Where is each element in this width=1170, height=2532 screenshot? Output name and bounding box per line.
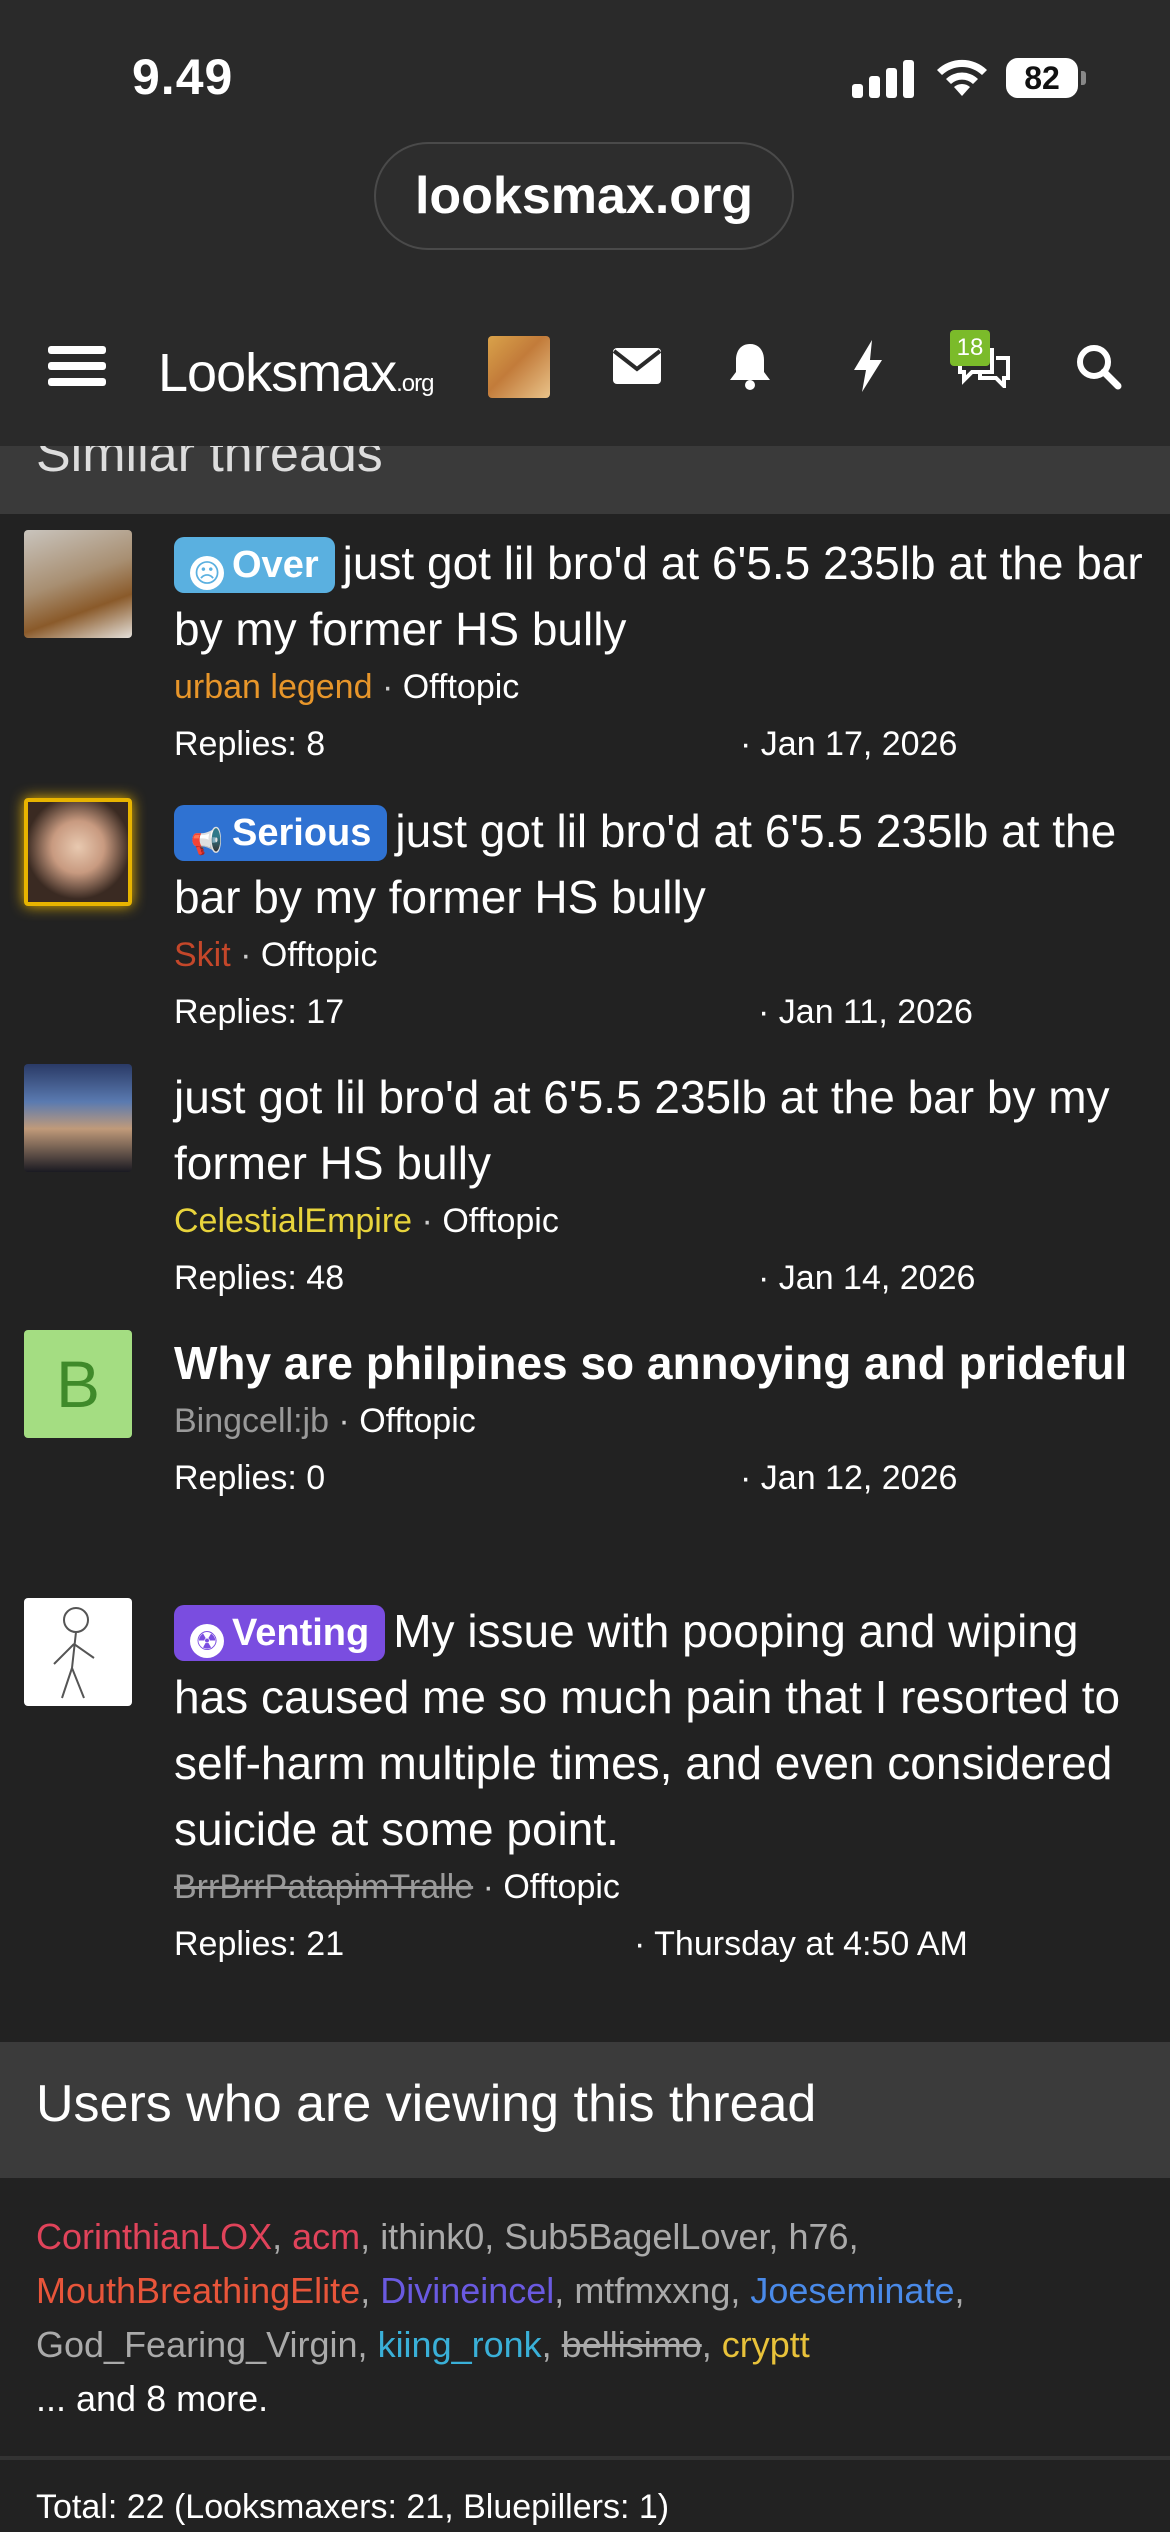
radiation-icon: ☢ (190, 1624, 224, 1658)
logo-text: Looksmax (158, 343, 397, 403)
thread-date: · Jan 11, 2026 (758, 993, 973, 1031)
thread-replies: Replies: 17 (174, 993, 345, 1031)
thread-forum[interactable]: Offtopic (403, 668, 520, 706)
thread-prefix-label[interactable]: ☢ Venting (174, 1605, 386, 1661)
thread-title[interactable]: Why are philpines so annoying and pridef… (174, 1337, 1127, 1389)
wifi-icon (934, 54, 990, 103)
site-logo[interactable]: Looksmax.org (158, 342, 434, 404)
thread-forum[interactable]: Offtopic (261, 936, 378, 974)
viewer-link[interactable]: Divineincel (380, 2270, 554, 2311)
megaphone-icon: 📢 (190, 826, 224, 856)
status-time: 9.49 (132, 49, 234, 105)
thread-author[interactable]: Bingcell:jb (174, 1402, 329, 1440)
thread-date: · Thursday at 4:50 AM (634, 1925, 968, 1963)
thread-title[interactable]: just got lil bro'd at 6'5.5 235lb at the… (174, 1071, 1110, 1189)
viewer-link[interactable]: ithink0 (380, 2216, 484, 2257)
thread-date: · Jan 12, 2026 (740, 1459, 958, 1497)
lightning-icon[interactable] (852, 336, 884, 396)
thread-date: · Jan 17, 2026 (740, 725, 958, 763)
bell-icon[interactable] (728, 336, 772, 396)
viewer-link[interactable]: God_Fearing_Virgin (36, 2324, 358, 2365)
address-bar[interactable]: looksmax.org (374, 142, 794, 250)
viewers-total: Total: 22 (Looksmaxers: 21, Bluepillers:… (36, 2488, 670, 2526)
thread-author[interactable]: BrrBrrPatapimTralle (174, 1868, 473, 1906)
thread-author[interactable]: Skit (174, 936, 231, 974)
menu-icon[interactable] (48, 336, 106, 396)
thread-avatar[interactable] (24, 798, 132, 906)
envelope-icon[interactable] (612, 336, 662, 396)
thread-author[interactable]: CelestialEmpire (174, 1202, 412, 1240)
battery-level: 82 (1006, 58, 1078, 98)
similar-threads-title: Similar threads (36, 446, 383, 483)
thread-author[interactable]: urban legend (174, 668, 373, 706)
thread-replies: Replies: 0 (174, 1459, 326, 1497)
viewer-link[interactable]: cryptt (722, 2324, 810, 2365)
cellular-signal-icon (852, 58, 916, 98)
thread-avatar[interactable] (24, 1598, 132, 1706)
viewer-link[interactable]: mtfmxxng (574, 2270, 730, 2311)
thread-prefix-label[interactable]: 📢 Serious (174, 805, 388, 861)
user-avatar[interactable] (488, 336, 550, 398)
thread-replies: Replies: 48 (174, 1259, 345, 1297)
thread-forum[interactable]: Offtopic (442, 1202, 559, 1240)
viewing-users-list: CorinthianLOX, acm, ithink0, Sub5BagelLo… (36, 2210, 1146, 2426)
viewer-link[interactable]: h76 (789, 2216, 849, 2257)
viewer-link[interactable]: Joeseminate (750, 2270, 954, 2311)
status-bar: 9.49 82 (0, 0, 1170, 140)
thread-forum[interactable]: Offtopic (503, 1868, 620, 1906)
more-viewers: ... and 8 more. (36, 2378, 269, 2419)
logo-suffix: .org (396, 370, 434, 397)
similar-threads-header: Similar threads (0, 446, 1170, 514)
thread-avatar[interactable]: B (24, 1330, 132, 1438)
thread-date: · Jan 14, 2026 (758, 1259, 976, 1297)
thread-prefix-label[interactable]: ☹ Over (174, 537, 335, 593)
viewer-link[interactable]: kiing_ronk (378, 2324, 542, 2365)
thread-avatar[interactable] (24, 1064, 132, 1172)
viewing-users-title: Users who are viewing this thread (36, 2075, 817, 2133)
site-nav-bar: Looksmax.org (0, 300, 1170, 446)
thread-replies: Replies: 8 (174, 725, 326, 763)
viewer-link[interactable]: acm (292, 2216, 360, 2257)
thread-forum[interactable]: Offtopic (359, 1402, 476, 1440)
viewer-link[interactable]: bellisimo (562, 2324, 702, 2365)
search-icon[interactable] (1074, 336, 1122, 396)
viewer-link[interactable]: CorinthianLOX (36, 2216, 272, 2257)
thread-avatar[interactable] (24, 530, 132, 638)
viewing-users-header: Users who are viewing this thread (0, 2042, 1170, 2178)
divider (0, 2456, 1170, 2460)
battery-icon: 82 (1006, 58, 1086, 98)
conversations-badge: 18 (950, 330, 990, 366)
sad-face-icon: ☹ (190, 556, 224, 590)
thread-replies: Replies: 21 (174, 1925, 345, 1963)
viewer-link[interactable]: Sub5BagelLover (504, 2216, 768, 2257)
viewer-link[interactable]: MouthBreathingElite (36, 2270, 360, 2311)
